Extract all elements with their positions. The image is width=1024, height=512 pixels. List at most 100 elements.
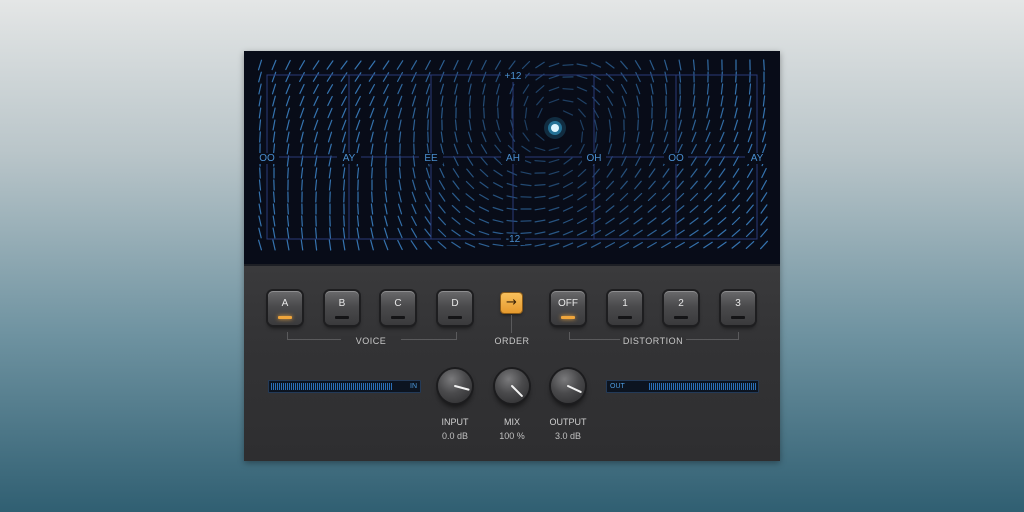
field-dash: [369, 119, 375, 131]
field-dash: [706, 83, 710, 95]
field-dash: [548, 62, 560, 68]
field-dash: [534, 195, 546, 199]
voice-button-a[interactable]: A: [268, 291, 302, 325]
field-dash: [649, 71, 655, 83]
field-dash: [452, 168, 460, 178]
distortion-button-1[interactable]: 1: [608, 291, 642, 325]
field-dash: [285, 83, 291, 95]
field-dash: [762, 107, 766, 119]
field-dash: [633, 241, 643, 249]
mix-knob-value: 100 %: [499, 431, 525, 441]
formant-display[interactable]: +12 -12 OO AY EE AH OH OO AY: [244, 51, 780, 266]
distortion-button-off[interactable]: OFF: [551, 291, 585, 325]
field-dash: [482, 95, 486, 107]
order-button[interactable]: →: [501, 293, 522, 313]
field-dash: [620, 180, 628, 190]
field-dash: [534, 159, 546, 163]
field-dash: [481, 59, 487, 71]
field-dash: [720, 83, 724, 95]
field-dash: [272, 227, 276, 239]
field-dash: [649, 143, 655, 155]
field-dash: [368, 83, 375, 95]
field-dash: [648, 180, 656, 190]
field-dash: [579, 119, 585, 131]
output-knob[interactable]: [551, 369, 585, 403]
field-dash: [649, 59, 655, 71]
field-dash: [354, 60, 362, 70]
field-dash: [634, 60, 642, 70]
field-dash: [286, 143, 290, 155]
field-dash: [732, 204, 740, 214]
field-dash: [467, 131, 473, 143]
field-dash: [576, 86, 588, 92]
field-dash: [690, 156, 698, 166]
field-dash: [411, 191, 417, 203]
field-dash: [314, 179, 318, 191]
field-dash: [689, 205, 699, 213]
voice-button-b[interactable]: B: [325, 291, 359, 325]
field-dash: [441, 107, 443, 119]
field-dash: [439, 71, 445, 83]
field-dash: [497, 107, 499, 119]
field-dash: [748, 83, 752, 95]
field-dash: [259, 167, 261, 179]
field-dash: [705, 131, 711, 143]
field-dash: [762, 95, 766, 107]
field-dash: [661, 217, 671, 225]
field-dash: [548, 230, 560, 236]
field-dash: [468, 83, 472, 95]
field-dash: [301, 179, 303, 191]
distortion-button-2[interactable]: 2: [664, 291, 698, 325]
field-dash: [622, 131, 626, 143]
field-dash: [437, 228, 447, 238]
field-dash: [591, 85, 601, 93]
field-dash: [410, 228, 418, 238]
voice-button-label: B: [338, 298, 346, 309]
field-dash: [718, 156, 726, 166]
field-dash: [424, 216, 432, 226]
field-dash: [425, 179, 431, 191]
field-dash: [760, 180, 768, 190]
field-dash: [704, 168, 712, 178]
field-dash: [577, 97, 587, 105]
field-dash: [439, 167, 445, 179]
field-dash: [562, 206, 574, 212]
field-dash: [562, 242, 574, 248]
field-dash: [328, 143, 332, 155]
input-knob[interactable]: [438, 369, 472, 403]
field-dash: [385, 179, 387, 191]
field-dash: [299, 95, 305, 107]
field-dash: [313, 131, 319, 143]
field-dash: [370, 227, 374, 239]
mix-knob[interactable]: [495, 369, 529, 403]
field-dash: [590, 62, 602, 68]
voice-button-c[interactable]: C: [381, 291, 415, 325]
formant-field-svg[interactable]: +12 -12 OO AY EE AH OH OO AY: [244, 51, 780, 264]
field-dash: [745, 241, 755, 249]
field-dash: [664, 59, 668, 71]
field-dash: [342, 239, 346, 251]
field-dash: [620, 168, 628, 178]
field-dash: [327, 95, 333, 107]
field-dash: [534, 219, 546, 223]
field-dash: [328, 155, 332, 167]
field-dash: [370, 143, 374, 155]
field-dash: [493, 169, 503, 177]
field-dash: [328, 179, 332, 191]
field-dash: [384, 131, 388, 143]
field-dash: [748, 95, 752, 107]
field-dash: [424, 204, 432, 214]
field-dash: [383, 95, 389, 107]
field-dash: [676, 168, 684, 178]
field-dash: [454, 83, 458, 95]
field-dash: [411, 95, 417, 107]
field-dash: [647, 217, 657, 225]
vowel-label: AY: [751, 153, 764, 164]
voice-button-d[interactable]: D: [438, 291, 472, 325]
field-dash: [647, 241, 657, 249]
field-dash: [397, 72, 403, 82]
field-dash: [342, 179, 346, 191]
field-dash: [633, 205, 643, 213]
distortion-button-3[interactable]: 3: [721, 291, 755, 325]
input-meter-tag: IN: [410, 383, 417, 390]
